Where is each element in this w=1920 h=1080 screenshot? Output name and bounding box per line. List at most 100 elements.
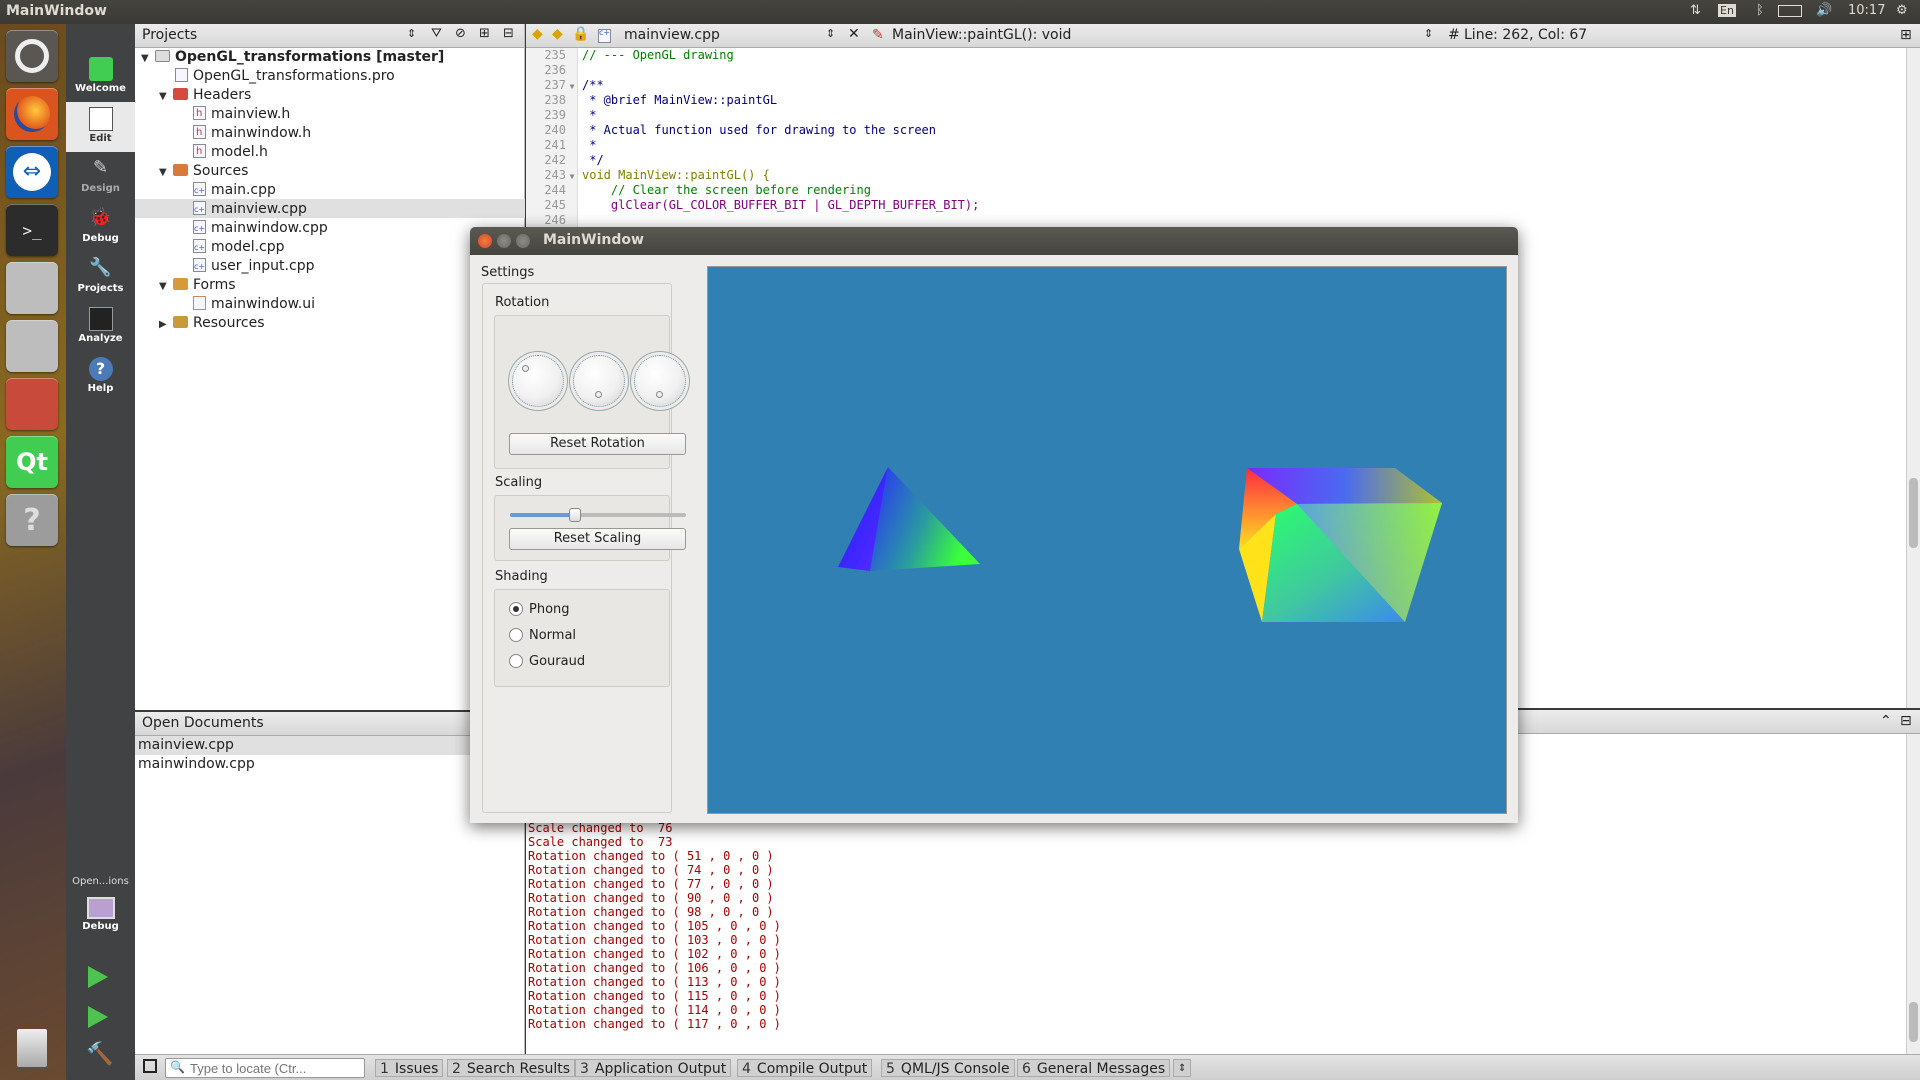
shading-gouraud-radio[interactable]: Gouraud [509,654,585,669]
tab-issues[interactable]: 1 Issues [375,1059,444,1077]
rotation-label: Rotation [495,295,550,310]
volume-icon[interactable]: 🔊 [1816,3,1832,18]
rotation-z-dial[interactable] [634,355,686,407]
forms-folder[interactable]: ▼ Forms [159,276,236,295]
file-mainwindow-ui[interactable]: mainwindow.ui [193,295,315,314]
active-window-title: MainWindow [6,3,107,19]
radio-indicator [509,602,523,616]
close-file-icon[interactable]: ✕ [848,26,860,42]
battery-icon[interactable] [1778,5,1802,17]
split-editor-icon[interactable]: ⊞ [1900,27,1912,43]
open-file-selector[interactable]: mainview.cpp [624,27,720,43]
tab-compile-output[interactable]: 4 Compile Output [737,1059,873,1077]
rotation-x-dial[interactable] [512,355,564,407]
file-model-h[interactable]: model.h [193,142,268,162]
projects-view-selector[interactable]: Projects [142,27,197,43]
qt-creator-icon[interactable]: Qt [6,436,58,488]
more-tabs-icon[interactable]: ⇕ [1173,1059,1192,1077]
app-title-bar[interactable]: MainWindow [470,227,1518,255]
output-scrollbar-thumb[interactable] [1909,1002,1918,1042]
scaling-slider-track[interactable] [510,508,686,522]
firefox-icon[interactable] [6,88,58,140]
build-hammer-icon[interactable]: 🔨 [86,1042,113,1067]
scaling-slider-handle[interactable] [569,508,582,522]
headers-folder[interactable]: ▼ Headers [159,86,251,105]
mode-help[interactable]: ? Help [66,352,135,402]
open-documents-title[interactable]: Open Documents [142,715,264,731]
open-doc-item[interactable]: mainwindow.cpp [138,755,255,774]
open-doc-item[interactable]: mainview.cpp [138,736,234,755]
filter-icon[interactable]: ⛛ [431,26,442,41]
drive-icon-2[interactable] [6,320,58,372]
reset-rotation-button[interactable]: Reset Rotation [509,433,686,455]
terminal-icon[interactable]: >_ [6,204,58,256]
mode-debug[interactable]: 🐞 Debug [66,202,135,252]
clock[interactable]: 10:17 [1848,3,1885,18]
maximize-window-icon[interactable] [516,234,530,248]
symbol-selector[interactable]: MainView::paintGL(): void [892,27,1071,43]
pro-file[interactable]: OpenGL_transformations.pro [175,67,395,86]
mode-projects[interactable]: 🔧 Projects [66,252,135,302]
network-icon[interactable]: ⇅ [1690,3,1701,18]
back-arrow-icon[interactable]: ◆ [532,26,543,42]
sources-folder[interactable]: ▼ Sources [159,162,248,181]
trash-icon[interactable] [6,1022,58,1074]
tab-search-results[interactable]: 2 Search Results [447,1059,576,1077]
tab-application-output[interactable]: 3 Application Output [575,1059,732,1077]
file-dropdown-icon[interactable]: ⇕ [826,27,835,40]
sync-link-icon[interactable]: ⊘ [455,26,466,41]
split-icon[interactable]: ⊞ [479,26,490,41]
kit-selector[interactable]: Debug [66,892,135,952]
project-root[interactable]: ▼ OpenGL_transformations [master] [141,48,444,67]
editor-scrollbar[interactable] [1906,48,1920,708]
file-manager-icon[interactable] [6,378,58,430]
maximize-pane-icon[interactable]: ⌃ [1880,713,1892,729]
code-line: 241 * [544,138,597,152]
mode-bar: Welcome Edit ✎ Design 🐞 Debug 🔧 Projects… [66,24,135,1080]
opengl-viewport[interactable] [707,266,1507,814]
file-mainwindow-h[interactable]: mainwindow.h [193,123,311,143]
radio-indicator [509,628,523,642]
file-mainview-h[interactable]: mainview.h [193,104,290,124]
cursor-position[interactable]: Line: 262, Col: 67 [1464,27,1587,43]
tab-general-messages[interactable]: 6 General Messages [1017,1059,1171,1077]
resources-folder[interactable]: ▶ Resources [159,314,265,333]
file-user-input-cpp[interactable]: user_input.cpp [193,257,314,276]
teamviewer-icon[interactable]: ⇔ [6,146,58,198]
locator-input[interactable] [190,1060,362,1076]
output-scrollbar[interactable] [1906,734,1920,1054]
mode-welcome[interactable]: Welcome [66,52,135,102]
bluetooth-icon[interactable]: ᛒ [1756,3,1764,18]
rotation-y-dial[interactable] [573,355,625,407]
debug-run-icon[interactable] [88,1006,108,1028]
file-mainview-cpp[interactable]: mainview.cpp [193,200,307,219]
reset-scaling-button[interactable]: Reset Scaling [509,528,686,550]
forward-arrow-icon[interactable]: ◆ [552,26,563,42]
symbol-dropdown-icon[interactable]: ⇕ [1424,27,1433,40]
tab-qml-js-console[interactable]: 5 QML/JS Console [881,1059,1015,1077]
editor-scrollbar-thumb[interactable] [1909,478,1918,548]
keyboard-layout-indicator[interactable]: En [1718,4,1736,17]
shading-normal-radio[interactable]: Normal [509,628,576,643]
mode-edit[interactable]: Edit [66,102,135,152]
qt-logo-icon [88,57,113,81]
output-line: Rotation changed to ( 117 , 0 , 0 ) [528,1017,781,1031]
shading-phong-radio[interactable]: Phong [509,602,570,617]
mode-analyze[interactable]: Analyze [66,302,135,352]
minimize-window-icon[interactable] [497,234,511,248]
help-question-icon[interactable]: ? [6,494,58,546]
file-mainwindow-cpp[interactable]: mainwindow.cpp [193,219,328,238]
run-icon[interactable] [88,966,108,988]
file-model-cpp[interactable]: model.cpp [193,238,285,257]
dash-home-icon[interactable] [6,30,58,82]
dropdown-arrow-icon[interactable]: ⇕ [407,27,416,40]
drive-icon[interactable] [6,262,58,314]
close-window-icon[interactable] [478,234,492,248]
toggle-sidebar-icon[interactable] [143,1059,157,1073]
debug-bug-icon: 🐞 [89,207,112,228]
mode-design[interactable]: ✎ Design [66,152,135,202]
close-pane-icon[interactable]: ⊟ [1900,713,1912,729]
file-main-cpp[interactable]: main.cpp [193,181,276,200]
close-panel-icon[interactable]: ⊟ [503,26,514,41]
settings-gear-icon[interactable]: ⚙ [1896,3,1908,18]
